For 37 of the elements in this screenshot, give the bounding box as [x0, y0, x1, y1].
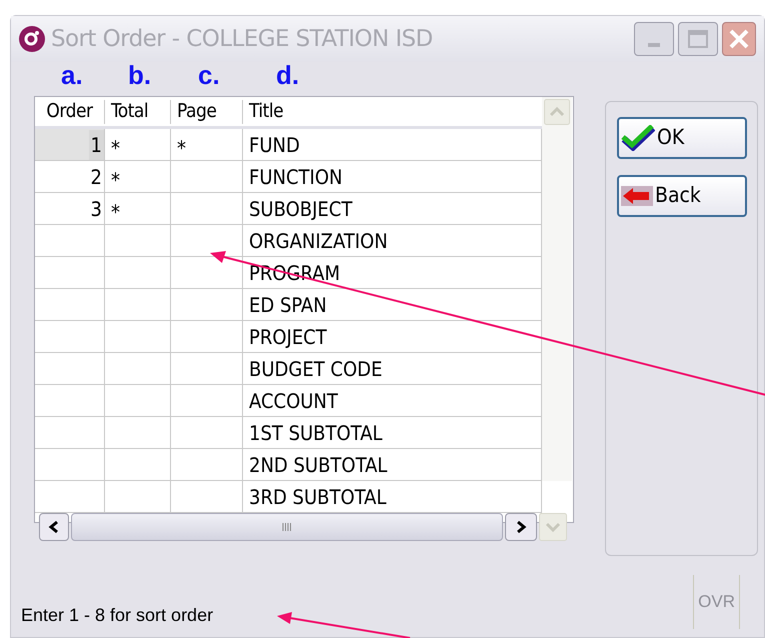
table-cell: * — [171, 129, 243, 160]
table-cell: * — [105, 161, 171, 192]
column-header[interactable]: Title — [243, 100, 542, 124]
scroll-up-icon[interactable] — [544, 99, 570, 125]
window-title: Sort Order - COLLEGE STATION ISD — [51, 24, 433, 54]
table-cell: 3 — [35, 193, 105, 224]
minimize-icon — [648, 43, 660, 47]
grip-icon — [282, 523, 292, 531]
close-icon — [728, 28, 750, 50]
column-label: c. — [198, 59, 220, 92]
left-chevron-icon — [48, 520, 60, 534]
table-cell: 2 — [35, 161, 105, 192]
mode-indicator: OVR — [693, 575, 740, 629]
close-button[interactable] — [722, 22, 756, 56]
scroll-thumb[interactable] — [71, 513, 503, 541]
back-button[interactable]: Back — [617, 175, 747, 217]
scroll-right-button[interactable] — [505, 513, 537, 541]
vertical-scrollbar[interactable] — [542, 97, 572, 481]
column-label: b. — [128, 59, 152, 92]
column-header[interactable]: Order — [35, 100, 105, 124]
column-header[interactable]: Total — [105, 100, 171, 124]
maximize-button[interactable] — [678, 22, 718, 56]
table-cell: 3RD SUBTOTAL — [243, 481, 542, 512]
right-chevron-icon — [515, 520, 527, 534]
table-cell: * — [105, 129, 171, 160]
status-message: Enter 1 - 8 for sort order — [21, 604, 214, 627]
table-cell: 1 — [35, 129, 105, 160]
maximize-icon — [688, 30, 708, 48]
column-header[interactable]: Page — [171, 100, 243, 124]
column-label: a. — [61, 59, 83, 92]
ok-button[interactable]: OK — [617, 117, 747, 159]
checkmark-icon — [621, 125, 655, 151]
minimize-button[interactable] — [634, 22, 674, 56]
table-cell: * — [105, 193, 171, 224]
scroll-left-button[interactable] — [39, 513, 69, 541]
app-logo-icon — [19, 26, 45, 52]
column-label: d. — [276, 59, 300, 92]
